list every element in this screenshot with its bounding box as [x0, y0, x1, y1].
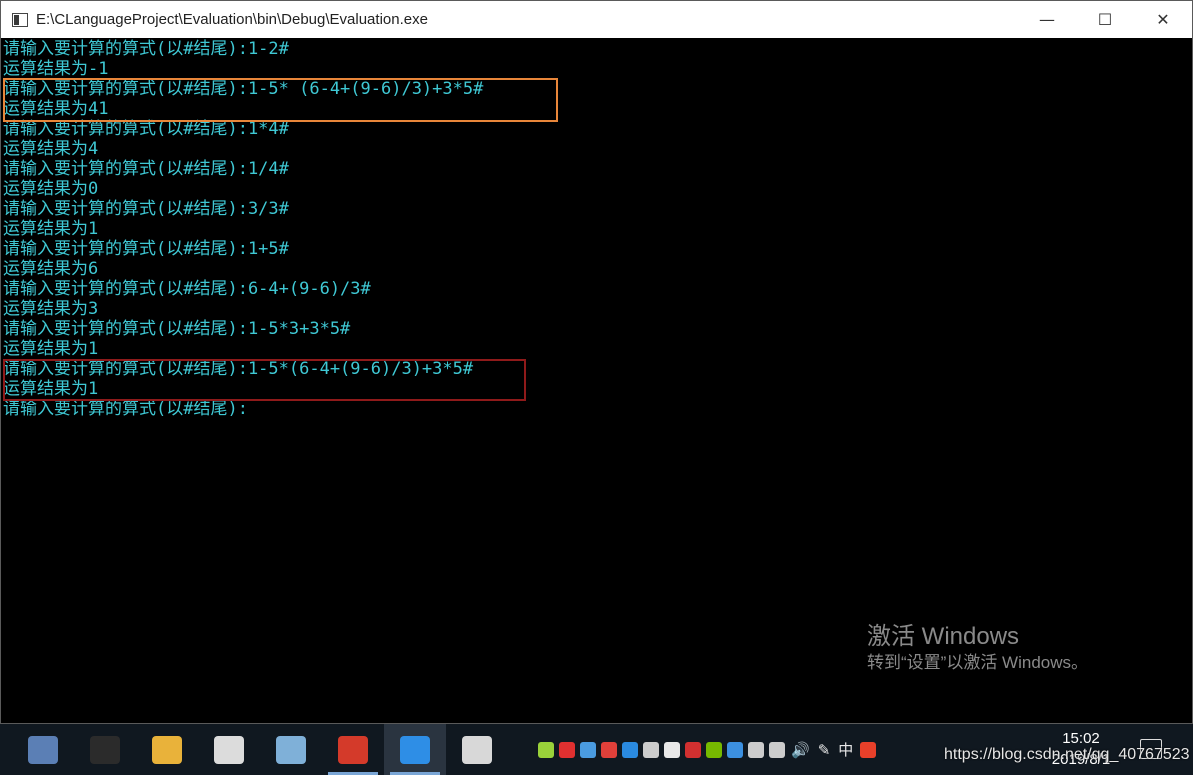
window-controls: — ☐ ✕ [1018, 1, 1192, 38]
console-line: 运算结果为1 [3, 339, 99, 359]
console-line: 请输入要计算的算式(以#结尾):1+5# [3, 239, 289, 259]
file-explorer-icon [152, 735, 182, 764]
console-app-icon [12, 12, 28, 27]
network-computer-icon [28, 735, 58, 764]
taskbar-app[interactable] [260, 724, 322, 775]
console-line: 运算结果为1 [3, 379, 99, 399]
console-line: 运算结果为1 [3, 219, 99, 239]
taskbar-apps [12, 724, 508, 775]
taskbar-app[interactable] [322, 724, 384, 775]
copy-icon[interactable] [642, 741, 659, 758]
window-title: E:\CLanguageProject\Evaluation\bin\Debug… [36, 11, 428, 28]
taskbar-app[interactable] [384, 724, 446, 775]
network-warning-icon[interactable] [768, 741, 785, 758]
evaluation-exe-icon [462, 735, 492, 764]
notepad-icon [276, 735, 306, 764]
console-line: 请输入要计算的算式(以#结尾):1-2# [3, 39, 289, 59]
console-line: 请输入要计算的算式(以#结尾):1-5* (6-4+(9-6)/3)+3*5# [3, 79, 484, 99]
tray-icons [535, 741, 787, 758]
console-output[interactable]: 请输入要计算的算式(以#结尾):1-2# 运算结果为-1 请输入要计算的算式(以#结… [3, 39, 1188, 723]
console-line: 请输入要计算的算式(以#结尾):1/4# [3, 159, 289, 179]
console-line: 运算结果为4 [3, 139, 99, 159]
activation-subtitle: 转到“设置”以激活 Windows。 [867, 653, 1089, 672]
console-line: 请输入要计算的算式(以#结尾):1*4# [3, 119, 289, 139]
visual-studio-blocks-icon [338, 735, 368, 764]
console-line: 请输入要计算的算式(以#结尾):6-4+(9-6)/3# [3, 279, 371, 299]
pen-icon[interactable]: ✎ [818, 741, 831, 759]
minimize-button[interactable]: — [1018, 1, 1076, 38]
ime-indicator[interactable]: 中 [838, 739, 853, 760]
taskbar-app[interactable] [198, 724, 260, 775]
volume-icon[interactable]: 🔊 [791, 741, 810, 759]
red-app-icon[interactable] [600, 741, 617, 758]
taskbar-app[interactable] [12, 724, 74, 775]
console-line: 运算结果为6 [3, 259, 99, 279]
shield-icon[interactable] [663, 741, 680, 758]
console-line: 运算结果为0 [3, 179, 99, 199]
box-icon[interactable] [579, 741, 596, 758]
bluetooth-icon[interactable] [726, 741, 743, 758]
windows-activation-notice: 激活 Windows 转到“设置”以激活 Windows。 [867, 622, 1088, 674]
sogou-icon[interactable] [859, 741, 876, 758]
watermark-url: https://blog.csdn.net/qq_40767523 [944, 746, 1190, 763]
blocked-icon[interactable] [684, 741, 701, 758]
nvidia-icon[interactable] [705, 741, 722, 758]
console-line: 运算结果为-1 [3, 59, 109, 79]
console-line: 运算结果为41 [3, 99, 109, 119]
title-bar[interactable]: E:\CLanguageProject\Evaluation\bin\Debug… [1, 1, 1192, 38]
console-line: 请输入要计算的算式(以#结尾):1-5*3+3*5# [3, 319, 351, 339]
console-icon [90, 735, 120, 764]
console-line: 请输入要计算的算式(以#结尾): [3, 399, 248, 419]
green-circle-icon[interactable] [537, 741, 554, 758]
blue-star-icon[interactable] [621, 741, 638, 758]
taskbar-app[interactable] [74, 724, 136, 775]
console-line: 请输入要计算的算式(以#结尾):1-5*(6-4+(9-6)/3)+3*5# [3, 359, 474, 379]
activation-title: 激活 Windows [867, 623, 1020, 650]
close-button[interactable]: ✕ [1134, 1, 1192, 38]
taskbar-app[interactable] [136, 724, 198, 775]
console-window: E:\CLanguageProject\Evaluation\bin\Debug… [0, 0, 1193, 724]
record-icon[interactable] [558, 741, 575, 758]
system-tray: 🔊 ✎ 中 [535, 724, 878, 775]
console-line: 运算结果为3 [3, 299, 99, 319]
printer-icon[interactable] [747, 741, 764, 758]
pinned-app-icon [400, 735, 430, 764]
steam-like-icon [214, 735, 244, 764]
console-line: 请输入要计算的算式(以#结尾):3/3# [3, 199, 289, 219]
taskbar-app[interactable] [446, 724, 508, 775]
maximize-button[interactable]: ☐ [1076, 1, 1134, 38]
